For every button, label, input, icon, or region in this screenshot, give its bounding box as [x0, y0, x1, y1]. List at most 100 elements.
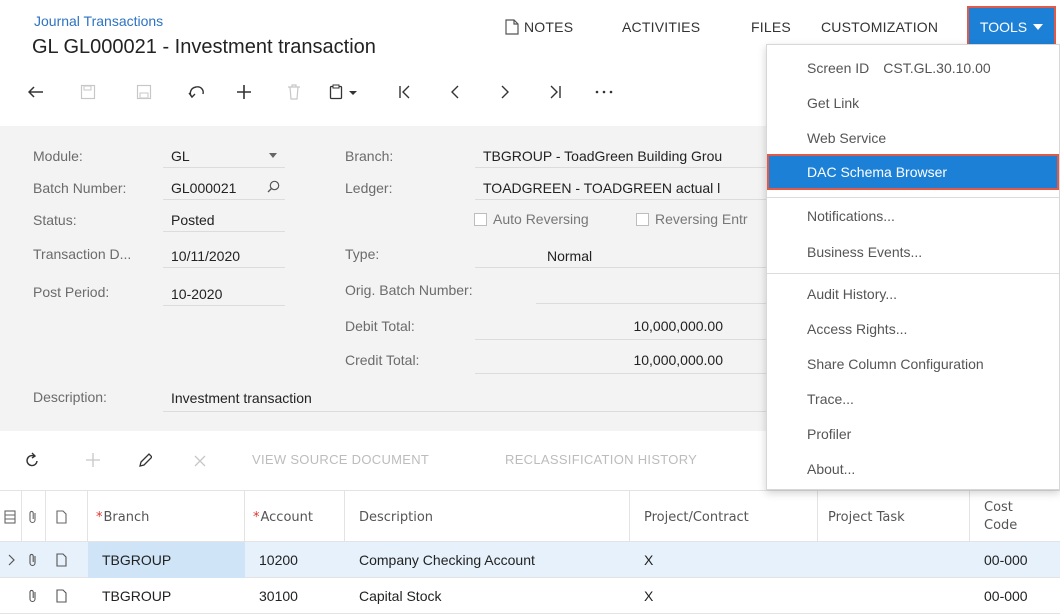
debit-total-value: 10,000,000.00 [633, 318, 723, 334]
credit-total-field: 10,000,000.00 [475, 344, 767, 374]
checkbox-icon [474, 213, 487, 226]
menu-item-about[interactable]: About... [767, 451, 1059, 487]
menu-item-trace[interactable]: Trace... [767, 381, 1059, 417]
account-cell[interactable]: 30100 [245, 578, 345, 614]
project-task-column-header[interactable]: Project Task [818, 491, 970, 543]
notes-button[interactable]: NOTES [505, 19, 573, 35]
cost-code-cell[interactable]: 00-000 [970, 578, 1060, 614]
auto-reversing-checkbox[interactable]: Auto Reversing [474, 211, 589, 227]
branch-field[interactable]: TBGROUP - ToadGreen Building Grou [475, 140, 767, 168]
branch-cell[interactable]: TBGROUP [88, 578, 245, 614]
search-icon[interactable] [267, 180, 280, 193]
batch-number-label: Batch Number: [33, 180, 127, 196]
description-column-header[interactable]: Description [345, 491, 630, 543]
orig-batch-number-label: Orig. Batch Number: [345, 282, 473, 298]
add-icon[interactable] [232, 80, 256, 104]
table-row[interactable]: TBGROUP 30100 Capital Stock X 00-000 [0, 578, 1060, 614]
menu-item-share-column-configuration[interactable]: Share Column Configuration [767, 346, 1059, 382]
grid-settings-icon[interactable] [0, 491, 22, 543]
reclassification-history-button[interactable]: RECLASSIFICATION HISTORY [505, 452, 697, 467]
project-cell[interactable]: X [630, 578, 818, 614]
caret-down-icon [269, 153, 277, 158]
ledger-label: Ledger: [345, 180, 393, 196]
table-row[interactable]: TBGROUP 10200 Company Checking Account X… [0, 542, 1060, 578]
debit-total-label: Debit Total: [345, 318, 415, 334]
credit-total-value: 10,000,000.00 [633, 352, 723, 368]
credit-total-label: Credit Total: [345, 352, 420, 368]
view-source-document-button[interactable]: VIEW SOURCE DOCUMENT [252, 452, 429, 467]
reversing-entry-checkbox[interactable]: Reversing Entr [636, 211, 748, 227]
attachment-icon[interactable] [28, 553, 38, 570]
attachment-column-icon [22, 491, 46, 543]
menu-item-web-service[interactable]: Web Service [767, 120, 1059, 156]
page-title: GL GL000021 - Investment transaction [32, 36, 376, 58]
note-icon[interactable] [56, 553, 67, 570]
breadcrumb[interactable]: Journal Transactions [34, 13, 163, 29]
delete-icon[interactable] [282, 80, 306, 104]
customization-button[interactable]: CUSTOMIZATION [821, 19, 938, 35]
tools-button[interactable]: TOOLS [967, 6, 1056, 47]
project-column-header[interactable]: Project/Contract [630, 491, 818, 543]
menu-item-dac-schema-browser[interactable]: DAC Schema Browser [767, 154, 1059, 190]
edit-icon[interactable] [138, 452, 153, 471]
note-icon[interactable] [56, 589, 67, 606]
description-field[interactable]: Investment transaction [163, 380, 767, 412]
type-field: Normal [475, 238, 767, 268]
refresh-icon[interactable] [25, 452, 39, 471]
description-cell[interactable]: Company Checking Account [345, 542, 630, 578]
account-column-header[interactable]: * Account [245, 491, 345, 543]
caret-down-icon [1033, 23, 1044, 30]
grid-header: * Branch * Account Description Project/Con… [0, 490, 1060, 543]
transaction-date-label: Transaction D... [33, 246, 132, 262]
undo-icon[interactable] [185, 80, 209, 104]
first-record-icon[interactable] [393, 80, 417, 104]
account-cell[interactable]: 10200 [245, 542, 345, 578]
copy-paste-icon[interactable] [326, 80, 362, 104]
status-label: Status: [33, 212, 77, 228]
cost-code-column-header[interactable]: Cost Code [970, 491, 1060, 543]
branch-cell[interactable]: TBGROUP [88, 542, 245, 578]
cost-code-cell[interactable]: 00-000 [970, 542, 1060, 578]
module-label: Module: [33, 148, 83, 164]
menu-item-profiler[interactable]: Profiler [767, 416, 1059, 452]
menu-item-access-rights[interactable]: Access Rights... [767, 311, 1059, 347]
more-actions-icon[interactable] [592, 80, 616, 104]
activities-button[interactable]: ACTIVITIES [622, 19, 700, 35]
files-button[interactable]: FILES [751, 19, 791, 35]
menu-item-business-events[interactable]: Business Events... [767, 234, 1059, 270]
branch-column-header[interactable]: * Branch [88, 491, 245, 543]
menu-item-notifications[interactable]: Notifications... [767, 198, 1059, 234]
menu-item-get-link[interactable]: Get Link [767, 85, 1059, 121]
batch-number-value: GL000021 [171, 180, 237, 196]
next-record-icon[interactable] [493, 80, 517, 104]
attachment-icon[interactable] [28, 589, 38, 606]
menu-item-audit-history[interactable]: Audit History... [767, 276, 1059, 312]
last-record-icon[interactable] [543, 80, 567, 104]
type-label: Type: [345, 246, 380, 262]
ledger-field[interactable]: TOADGREEN - TOADGREEN actual l [475, 172, 767, 200]
screen-id-item: Screen ID CST.GL.30.10.00 [767, 50, 1059, 86]
description-label: Description: [33, 389, 107, 405]
account-header-label: Account [260, 509, 314, 525]
tools-dropdown-menu: Screen ID CST.GL.30.10.00 Get Link Web S… [766, 44, 1060, 490]
add-row-icon[interactable] [86, 453, 100, 470]
batch-number-field[interactable]: GL000021 [163, 172, 285, 200]
delete-row-icon[interactable] [194, 454, 206, 470]
transaction-date-field[interactable]: 10/11/2020 [163, 238, 285, 268]
description-cell[interactable]: Capital Stock [345, 578, 630, 614]
save-icon[interactable] [132, 80, 156, 104]
project-cell[interactable]: X [630, 542, 818, 578]
previous-record-icon[interactable] [443, 80, 467, 104]
post-period-field[interactable]: 10-2020 [163, 276, 285, 306]
branch-label: Branch: [345, 148, 394, 164]
transaction-date-value: 10/11/2020 [171, 248, 241, 264]
branch-value: TBGROUP - ToadGreen Building Grou [483, 148, 723, 164]
save-close-icon[interactable] [76, 80, 100, 104]
back-arrow-icon[interactable] [24, 80, 48, 104]
cost-code-header-line1: Cost [984, 500, 1013, 515]
reversing-entry-label: Reversing Entr [655, 211, 748, 227]
cost-code-header-line2: Code [984, 518, 1018, 533]
note-column-icon [46, 491, 88, 543]
module-select[interactable]: GL [163, 140, 285, 168]
status-value: Posted [171, 212, 215, 228]
